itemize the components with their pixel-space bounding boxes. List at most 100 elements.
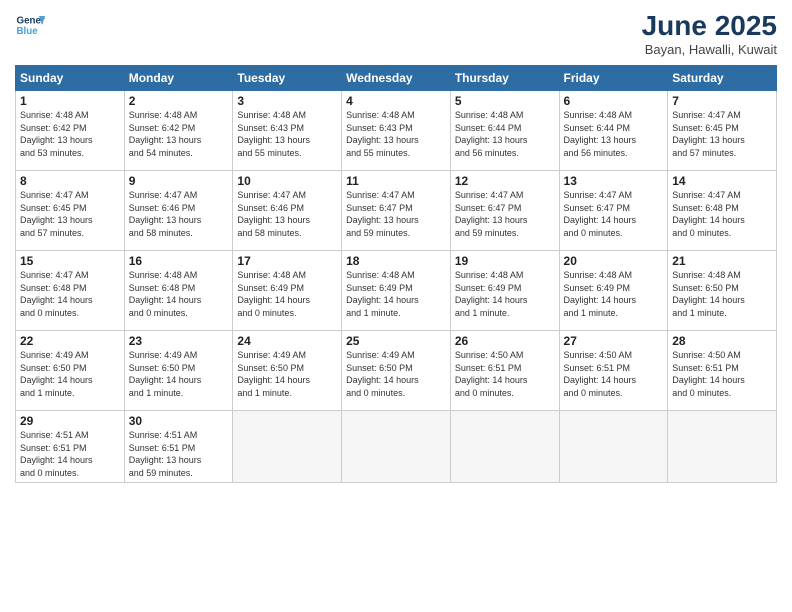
day-number: 25	[346, 334, 446, 348]
day-number: 11	[346, 174, 446, 188]
day-info: Sunrise: 4:49 AM Sunset: 6:50 PM Dayligh…	[20, 349, 120, 399]
day-number: 29	[20, 414, 120, 428]
calendar-cell	[450, 411, 559, 483]
day-info: Sunrise: 4:48 AM Sunset: 6:48 PM Dayligh…	[129, 269, 229, 319]
day-info: Sunrise: 4:49 AM Sunset: 6:50 PM Dayligh…	[346, 349, 446, 399]
day-info: Sunrise: 4:48 AM Sunset: 6:49 PM Dayligh…	[455, 269, 555, 319]
calendar-cell: 30Sunrise: 4:51 AM Sunset: 6:51 PM Dayli…	[124, 411, 233, 483]
day-number: 16	[129, 254, 229, 268]
day-info: Sunrise: 4:50 AM Sunset: 6:51 PM Dayligh…	[455, 349, 555, 399]
calendar-cell: 1Sunrise: 4:48 AM Sunset: 6:42 PM Daylig…	[16, 91, 125, 171]
day-info: Sunrise: 4:47 AM Sunset: 6:48 PM Dayligh…	[20, 269, 120, 319]
calendar-week-row: 15Sunrise: 4:47 AM Sunset: 6:48 PM Dayli…	[16, 251, 777, 331]
day-number: 9	[129, 174, 229, 188]
calendar-week-row: 1Sunrise: 4:48 AM Sunset: 6:42 PM Daylig…	[16, 91, 777, 171]
calendar-cell: 26Sunrise: 4:50 AM Sunset: 6:51 PM Dayli…	[450, 331, 559, 411]
day-info: Sunrise: 4:47 AM Sunset: 6:46 PM Dayligh…	[237, 189, 337, 239]
col-tuesday: Tuesday	[233, 66, 342, 91]
calendar-cell: 11Sunrise: 4:47 AM Sunset: 6:47 PM Dayli…	[342, 171, 451, 251]
header: General Blue June 2025 Bayan, Hawalli, K…	[15, 10, 777, 57]
calendar-cell: 12Sunrise: 4:47 AM Sunset: 6:47 PM Dayli…	[450, 171, 559, 251]
calendar-cell: 23Sunrise: 4:49 AM Sunset: 6:50 PM Dayli…	[124, 331, 233, 411]
calendar-cell: 22Sunrise: 4:49 AM Sunset: 6:50 PM Dayli…	[16, 331, 125, 411]
calendar-cell: 28Sunrise: 4:50 AM Sunset: 6:51 PM Dayli…	[668, 331, 777, 411]
day-info: Sunrise: 4:47 AM Sunset: 6:46 PM Dayligh…	[129, 189, 229, 239]
month-title: June 2025	[642, 10, 777, 42]
day-number: 10	[237, 174, 337, 188]
day-number: 30	[129, 414, 229, 428]
day-info: Sunrise: 4:47 AM Sunset: 6:45 PM Dayligh…	[20, 189, 120, 239]
page-container: General Blue June 2025 Bayan, Hawalli, K…	[0, 0, 792, 612]
calendar-cell: 4Sunrise: 4:48 AM Sunset: 6:43 PM Daylig…	[342, 91, 451, 171]
calendar-cell: 5Sunrise: 4:48 AM Sunset: 6:44 PM Daylig…	[450, 91, 559, 171]
calendar-cell	[233, 411, 342, 483]
day-info: Sunrise: 4:49 AM Sunset: 6:50 PM Dayligh…	[129, 349, 229, 399]
day-number: 24	[237, 334, 337, 348]
col-monday: Monday	[124, 66, 233, 91]
calendar-cell: 27Sunrise: 4:50 AM Sunset: 6:51 PM Dayli…	[559, 331, 668, 411]
calendar-cell: 13Sunrise: 4:47 AM Sunset: 6:47 PM Dayli…	[559, 171, 668, 251]
svg-text:Blue: Blue	[17, 26, 39, 37]
day-info: Sunrise: 4:48 AM Sunset: 6:49 PM Dayligh…	[237, 269, 337, 319]
calendar-cell: 8Sunrise: 4:47 AM Sunset: 6:45 PM Daylig…	[16, 171, 125, 251]
day-number: 3	[237, 94, 337, 108]
day-info: Sunrise: 4:47 AM Sunset: 6:47 PM Dayligh…	[455, 189, 555, 239]
day-info: Sunrise: 4:47 AM Sunset: 6:48 PM Dayligh…	[672, 189, 772, 239]
day-number: 18	[346, 254, 446, 268]
day-info: Sunrise: 4:48 AM Sunset: 6:44 PM Dayligh…	[455, 109, 555, 159]
title-block: June 2025 Bayan, Hawalli, Kuwait	[642, 10, 777, 57]
logo-icon: General Blue	[15, 10, 45, 40]
calendar-cell: 20Sunrise: 4:48 AM Sunset: 6:49 PM Dayli…	[559, 251, 668, 331]
day-number: 26	[455, 334, 555, 348]
day-number: 2	[129, 94, 229, 108]
calendar-cell: 7Sunrise: 4:47 AM Sunset: 6:45 PM Daylig…	[668, 91, 777, 171]
day-number: 19	[455, 254, 555, 268]
calendar-cell: 15Sunrise: 4:47 AM Sunset: 6:48 PM Dayli…	[16, 251, 125, 331]
logo: General Blue	[15, 10, 47, 40]
location: Bayan, Hawalli, Kuwait	[642, 42, 777, 57]
day-number: 28	[672, 334, 772, 348]
calendar-cell: 17Sunrise: 4:48 AM Sunset: 6:49 PM Dayli…	[233, 251, 342, 331]
col-saturday: Saturday	[668, 66, 777, 91]
day-info: Sunrise: 4:48 AM Sunset: 6:49 PM Dayligh…	[346, 269, 446, 319]
calendar-week-row: 29 Sunrise: 4:51 AM Sunset: 6:51 PM Dayli…	[16, 411, 777, 483]
calendar-header-row: Sunday Monday Tuesday Wednesday Thursday…	[16, 66, 777, 91]
day-info: Sunrise: 4:48 AM Sunset: 6:49 PM Dayligh…	[564, 269, 664, 319]
calendar-cell: 18Sunrise: 4:48 AM Sunset: 6:49 PM Dayli…	[342, 251, 451, 331]
day-number: 23	[129, 334, 229, 348]
day-info: Sunrise: 4:51 AM Sunset: 6:51 PM Dayligh…	[129, 429, 229, 479]
calendar-cell	[342, 411, 451, 483]
calendar-cell: 3Sunrise: 4:48 AM Sunset: 6:43 PM Daylig…	[233, 91, 342, 171]
day-number: 17	[237, 254, 337, 268]
day-number: 5	[455, 94, 555, 108]
day-info: Sunrise: 4:48 AM Sunset: 6:43 PM Dayligh…	[237, 109, 337, 159]
day-number: 7	[672, 94, 772, 108]
day-info: Sunrise: 4:47 AM Sunset: 6:47 PM Dayligh…	[346, 189, 446, 239]
day-number: 14	[672, 174, 772, 188]
calendar-cell: 25Sunrise: 4:49 AM Sunset: 6:50 PM Dayli…	[342, 331, 451, 411]
day-number: 15	[20, 254, 120, 268]
calendar-cell: 9Sunrise: 4:47 AM Sunset: 6:46 PM Daylig…	[124, 171, 233, 251]
day-info: Sunrise: 4:48 AM Sunset: 6:42 PM Dayligh…	[129, 109, 229, 159]
calendar-cell: 19Sunrise: 4:48 AM Sunset: 6:49 PM Dayli…	[450, 251, 559, 331]
calendar-body: 1Sunrise: 4:48 AM Sunset: 6:42 PM Daylig…	[16, 91, 777, 483]
calendar-cell	[559, 411, 668, 483]
day-number: 21	[672, 254, 772, 268]
day-number: 12	[455, 174, 555, 188]
day-info: Sunrise: 4:48 AM Sunset: 6:44 PM Dayligh…	[564, 109, 664, 159]
col-thursday: Thursday	[450, 66, 559, 91]
day-number: 27	[564, 334, 664, 348]
day-number: 20	[564, 254, 664, 268]
day-info: Sunrise: 4:48 AM Sunset: 6:43 PM Dayligh…	[346, 109, 446, 159]
col-wednesday: Wednesday	[342, 66, 451, 91]
day-info: Sunrise: 4:47 AM Sunset: 6:45 PM Dayligh…	[672, 109, 772, 159]
calendar-cell: 21Sunrise: 4:48 AM Sunset: 6:50 PM Dayli…	[668, 251, 777, 331]
day-info: Sunrise: 4:48 AM Sunset: 6:50 PM Dayligh…	[672, 269, 772, 319]
calendar-cell: 2Sunrise: 4:48 AM Sunset: 6:42 PM Daylig…	[124, 91, 233, 171]
day-number: 4	[346, 94, 446, 108]
calendar-cell: 24Sunrise: 4:49 AM Sunset: 6:50 PM Dayli…	[233, 331, 342, 411]
day-info: Sunrise: 4:49 AM Sunset: 6:50 PM Dayligh…	[237, 349, 337, 399]
calendar-cell	[668, 411, 777, 483]
col-sunday: Sunday	[16, 66, 125, 91]
col-friday: Friday	[559, 66, 668, 91]
